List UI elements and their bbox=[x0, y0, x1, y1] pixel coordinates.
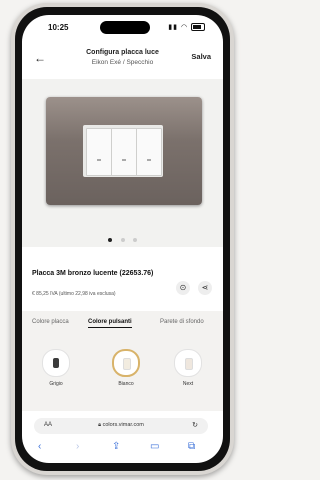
page-dot[interactable] bbox=[132, 238, 137, 242]
phone-frame: 10:25 ▮▮ ◠ ← Configura placca luce Eikon… bbox=[11, 3, 234, 475]
button-color-preview bbox=[123, 358, 131, 370]
url-value: colors.vimar.com bbox=[102, 422, 144, 428]
button-color-preview bbox=[53, 358, 59, 368]
swatch-label: Bianco bbox=[118, 381, 134, 387]
status-bar: 10:25 ▮▮ ◠ bbox=[22, 15, 223, 39]
tabs-icon[interactable]: ⧉ bbox=[188, 441, 195, 452]
gallery-pagination bbox=[22, 229, 223, 247]
forward-icon[interactable]: › bbox=[76, 441, 79, 452]
info-icon[interactable]: ⊙ bbox=[176, 281, 190, 295]
switch-frame bbox=[83, 125, 163, 177]
browser-address-bar[interactable]: AA 🔒︎ colors.vimar.com ↻ bbox=[34, 418, 208, 434]
bronze-plate-image bbox=[46, 97, 202, 205]
phone-bezel: 10:25 ▮▮ ◠ ← Configura placca luce Eikon… bbox=[15, 7, 230, 471]
battery-icon bbox=[191, 23, 205, 32]
back-icon[interactable]: ‹ bbox=[38, 441, 41, 452]
swatch-circle[interactable] bbox=[42, 349, 70, 377]
page-dot[interactable] bbox=[120, 238, 125, 242]
product-image-gallery[interactable] bbox=[22, 79, 223, 247]
product-info: Placca 3M bronzo lucente (22653.76) € 85… bbox=[22, 247, 223, 305]
share-icon[interactable]: ⋖ bbox=[198, 281, 212, 295]
status-icons: ▮▮ ◠ bbox=[168, 23, 205, 32]
options-panel: Colore placca Colore pulsanti Parete di … bbox=[22, 311, 223, 411]
wifi-icon: ◠ bbox=[180, 24, 189, 31]
tab-parete-di-sfondo[interactable]: Parete di sfondo bbox=[160, 319, 204, 325]
swatch-label: Grigio bbox=[49, 381, 63, 387]
product-name: Placca 3M bronzo lucente (22653.76) bbox=[32, 270, 154, 277]
switch-module bbox=[111, 128, 137, 176]
option-tabs: Colore placca Colore pulsanti Parete di … bbox=[22, 319, 223, 335]
save-button[interactable]: Salva bbox=[191, 52, 211, 61]
tab-colore-pulsanti[interactable]: Colore pulsanti bbox=[88, 319, 132, 328]
phone-screen: 10:25 ▮▮ ◠ ← Configura placca luce Eikon… bbox=[22, 15, 223, 463]
switch-module bbox=[86, 128, 112, 176]
nav-header: ← Configura placca luce Eikon Exé / Spec… bbox=[22, 45, 223, 75]
swatch-circle[interactable] bbox=[174, 349, 202, 377]
share-icon[interactable]: ⇪ bbox=[112, 441, 120, 452]
status-time: 10:25 bbox=[48, 23, 69, 32]
swatch-next[interactable]: Next bbox=[168, 349, 208, 387]
swatch-grigio[interactable]: Grigio bbox=[36, 349, 76, 387]
dynamic-island bbox=[100, 21, 150, 34]
button-color-preview bbox=[185, 358, 193, 370]
swatch-label: Next bbox=[182, 381, 194, 387]
signal-icon: ▮▮ bbox=[168, 24, 178, 31]
switch-module bbox=[136, 128, 162, 176]
tab-colore-placca[interactable]: Colore placca bbox=[32, 319, 69, 325]
swatch-circle[interactable] bbox=[112, 349, 140, 377]
product-price: € 85,25 IVA (ultimo 22,98 iva esclusa) bbox=[32, 291, 116, 297]
bookmarks-icon[interactable]: ▭ bbox=[150, 441, 159, 452]
url-text: 🔒︎ colors.vimar.com bbox=[34, 422, 208, 429]
swatch-bianco[interactable]: Bianco bbox=[106, 349, 146, 387]
browser-toolbar: ‹ › ⇪ ▭ ⧉ bbox=[22, 439, 223, 461]
lock-icon: 🔒︎ bbox=[98, 422, 102, 428]
page-dot[interactable] bbox=[108, 238, 113, 242]
reload-icon[interactable]: ↻ bbox=[192, 421, 198, 429]
